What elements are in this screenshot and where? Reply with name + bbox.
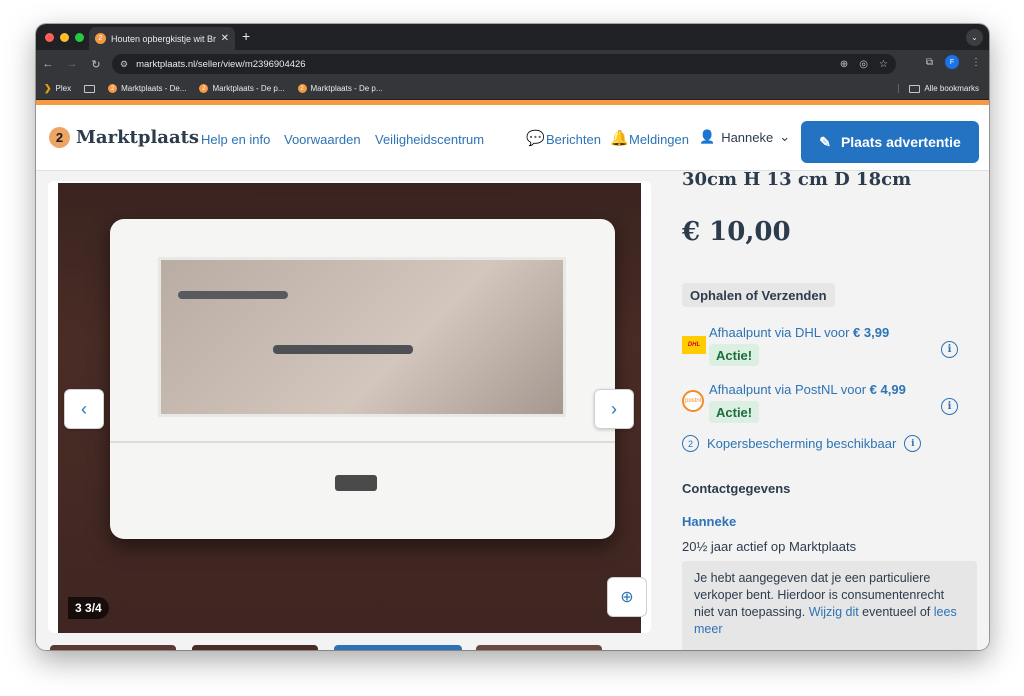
chevron-down-icon: ⌄ (779, 129, 791, 144)
seller-active-since: 20½ jaar actief op Marktplaats (682, 539, 857, 554)
chevron-right-icon: › (611, 398, 617, 419)
buyer-protection[interactable]: 2 Kopersbescherming beschikbaar i (682, 435, 922, 452)
contact-heading: Contactgegevens (682, 481, 791, 496)
marktplaats-logo-icon: 2 (49, 127, 70, 148)
delivery-method-badge: Ophalen of Verzenden (682, 283, 835, 307)
safety-center-link[interactable]: Veiligheidscentrum (375, 132, 484, 147)
url-text[interactable]: marktplaats.nl/seller/view/m2396904426 (136, 59, 840, 70)
promo-badge: Actie! (709, 401, 760, 423)
folder-icon (909, 84, 921, 93)
tab-strip: 2 Houten opbergkistje wit Br ✕ + ⌄ (36, 24, 989, 50)
address-bar[interactable]: ⚙ marktplaats.nl/seller/view/m2396904426… (112, 54, 896, 74)
terms-link[interactable]: Voorwaarden (284, 132, 361, 147)
forward-button[interactable]: → (60, 58, 84, 70)
postnl-icon: postnl (682, 390, 704, 412)
shipping-option-dhl[interactable]: Afhaalpunt via DHL voor € 3,99 (709, 325, 889, 340)
close-window-button[interactable] (45, 33, 54, 42)
seller-name-link[interactable]: Hanneke (682, 514, 736, 529)
extensions-icon[interactable]: ⧉ (926, 57, 933, 68)
bookmark-marktplaats-1[interactable]: 2 Marktplaats - De... (108, 84, 186, 93)
shipping-option-postnl[interactable]: Afhaalpunt via PostNL voor € 4,99 (709, 382, 906, 397)
bookmark-star-icon[interactable]: ☆ (879, 59, 888, 70)
private-seller-notice: Je hebt aangegeven dat je een particulie… (682, 561, 977, 650)
marktplaats-favicon-icon: 2 (199, 84, 209, 93)
thumbnail-4[interactable] (476, 645, 602, 650)
plex-icon: ❯ (44, 83, 52, 93)
maximize-window-button[interactable] (75, 33, 84, 42)
bookmark-marktplaats-2[interactable]: 2 Marktplaats - De p... (199, 84, 285, 93)
messages-icon[interactable]: 💬 (526, 129, 545, 147)
info-icon[interactable]: i (904, 435, 922, 452)
browser-window: 2 Houten opbergkistje wit Br ✕ + ⌄ ← → ↻… (36, 24, 989, 650)
previous-image-button[interactable]: ‹ (64, 389, 104, 429)
site-header: 2 Marktplaats Help en info Voorwaarden V… (36, 105, 989, 171)
help-link[interactable]: Help en info (201, 132, 270, 147)
thumbnail-1[interactable] (50, 645, 176, 650)
bookmark-plex[interactable]: ❯ Plex (44, 83, 71, 94)
minimize-window-button[interactable] (60, 33, 69, 42)
bookmark-marktplaats-3[interactable]: 2 Marktplaats - De p... (297, 84, 383, 93)
chevron-left-icon: ‹ (81, 398, 87, 419)
browser-toolbar: ← → ↻ ⚙ marktplaats.nl/seller/view/m2396… (36, 50, 989, 78)
info-icon[interactable]: i (941, 398, 958, 415)
tab-title: Houten opbergkistje wit Br (111, 33, 216, 44)
tab-close-icon[interactable]: ✕ (221, 33, 229, 44)
image-counter: 3 3/4 (68, 597, 109, 619)
wooden-box-image (110, 219, 615, 539)
new-tab-button[interactable]: + (242, 28, 250, 44)
site-settings-icon[interactable]: ⚙ (120, 59, 128, 70)
listing-price: € 10,00 (682, 217, 791, 247)
messages-link[interactable]: Berichten (546, 132, 601, 147)
profile-avatar[interactable]: F (945, 55, 959, 69)
reload-button[interactable]: ↻ (84, 58, 108, 71)
thumbnail-2[interactable] (192, 645, 318, 650)
kebab-menu-icon[interactable]: ⋮ (971, 57, 981, 68)
thumbnail-3[interactable] (334, 645, 462, 650)
notifications-link[interactable]: Meldingen (629, 132, 689, 147)
marktplaats-favicon-icon: 2 (108, 84, 118, 93)
user-menu[interactable]: 👤 Hanneke ⌄ (699, 129, 790, 145)
bookmarks-bar: ❯ Plex 2 Marktplaats - De... 2 Marktplaats … (36, 78, 989, 100)
place-ad-button[interactable]: ✎ Plaats advertentie (801, 121, 979, 163)
zoom-image-button[interactable]: ⊕ (607, 577, 647, 617)
listing-photo[interactable]: 3 3/4 (58, 183, 641, 633)
zoom-icon[interactable]: ⊕ (840, 59, 848, 70)
change-seller-type-link[interactable]: Wijzig dit (809, 605, 859, 619)
page-content: 2 Marktplaats Help en info Voorwaarden V… (36, 105, 989, 650)
image-gallery: 3 3/4 ‹ › ⊕ (48, 181, 651, 633)
marktplaats-logo[interactable]: 2 Marktplaats (49, 127, 199, 148)
marktplaats-favicon-icon: 2 (95, 33, 106, 44)
info-icon[interactable]: i (941, 341, 958, 358)
user-icon: 👤 (699, 129, 716, 144)
all-bookmarks-button[interactable]: Alle bookmarks (898, 84, 979, 93)
promo-badge: Actie! (709, 344, 760, 366)
zoom-in-icon: ⊕ (620, 589, 634, 606)
marktplaats-favicon-icon: 2 (297, 84, 307, 93)
next-image-button[interactable]: › (594, 389, 634, 429)
place-ad-icon: ✎ (819, 133, 831, 150)
bookmark-folder[interactable] (84, 84, 96, 93)
listing-title: 30cm H 13 cm D 18cm (682, 169, 912, 190)
dhl-icon: DHL (682, 336, 706, 354)
folder-icon (84, 84, 96, 93)
window-controls (45, 33, 84, 42)
eye-off-icon[interactable]: ◎ (859, 59, 868, 70)
tab-search-button[interactable]: ⌄ (966, 29, 983, 46)
back-button[interactable]: ← (36, 58, 60, 70)
buyer-protection-icon: 2 (682, 435, 699, 452)
active-tab[interactable]: 2 Houten opbergkistje wit Br ✕ (89, 27, 235, 50)
bell-icon[interactable]: 🔔 (610, 129, 629, 147)
